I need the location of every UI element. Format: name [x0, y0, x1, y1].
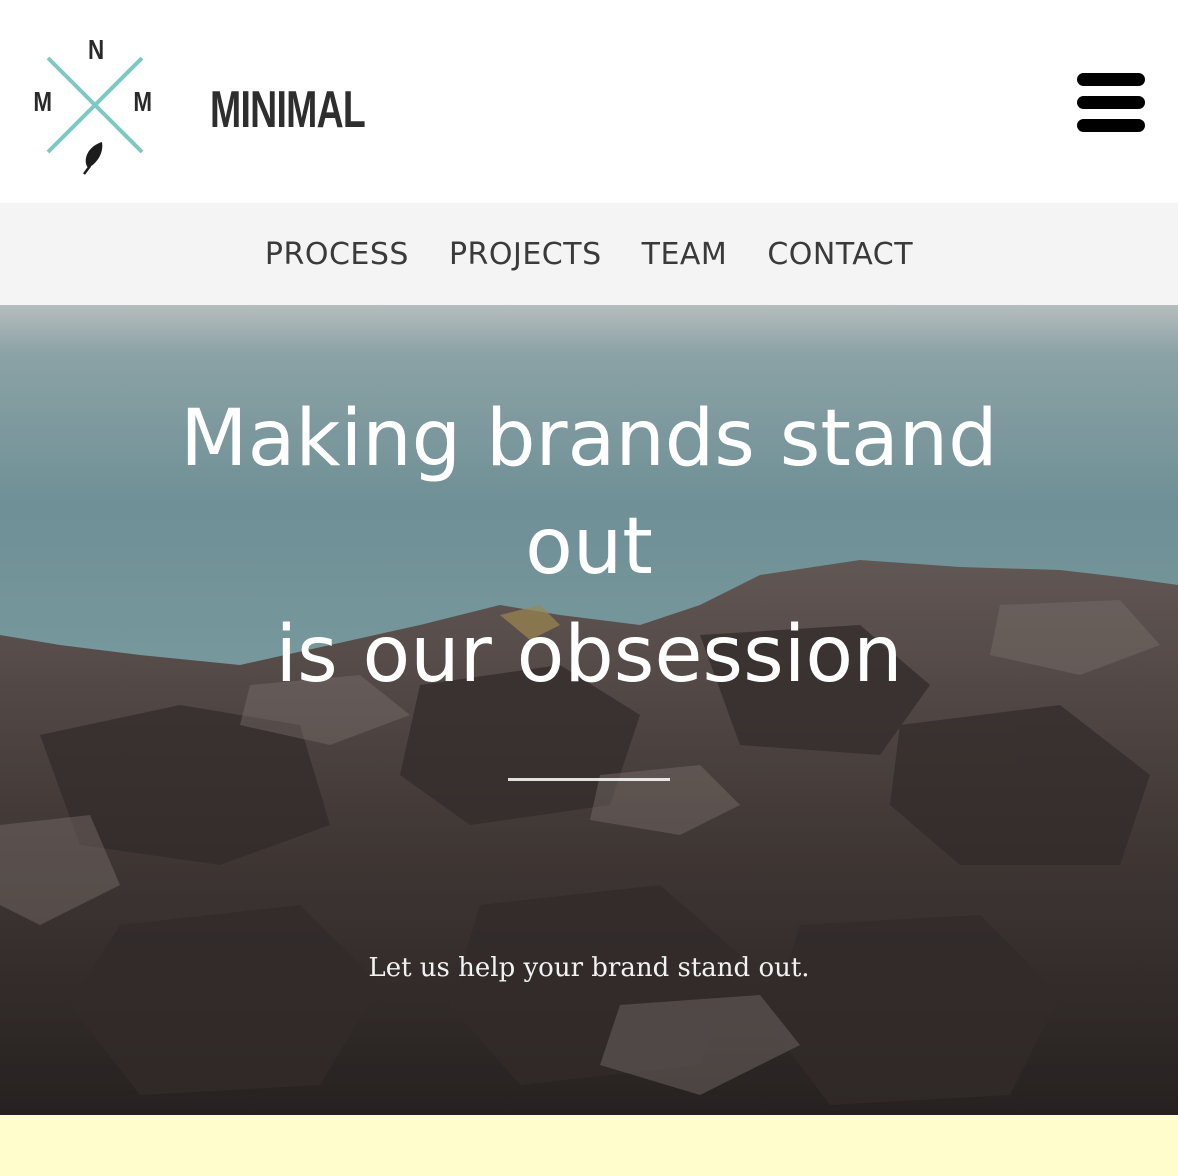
hamburger-bar — [1077, 119, 1145, 132]
feather-icon — [83, 142, 103, 175]
nav-item-team[interactable]: TEAM — [642, 237, 728, 272]
hero-divider — [508, 778, 670, 781]
logo-letter-left: M — [33, 86, 52, 117]
next-section — [0, 1115, 1178, 1176]
hero-title-line: out — [525, 502, 653, 592]
hamburger-bar — [1077, 96, 1145, 109]
main-nav: PROCESS PROJECTS TEAM CONTACT — [0, 203, 1178, 305]
nav-item-projects[interactable]: PROJECTS — [449, 237, 602, 272]
logo-letter-top: N — [88, 34, 105, 65]
hamburger-menu-icon[interactable] — [1077, 73, 1147, 133]
hero-title: Making brands stand out is our obsession — [0, 385, 1178, 709]
logo-letter-right: M — [133, 86, 152, 117]
brand-name[interactable]: MINIMAL — [210, 84, 366, 136]
hero-subtitle: Let us help your brand stand out. — [368, 953, 810, 983]
nav-item-process[interactable]: PROCESS — [265, 237, 409, 272]
logo[interactable]: N M M — [30, 36, 162, 176]
site-header: N M M MINIMAL — [0, 0, 1178, 203]
hero-title-line: Making brands stand — [180, 394, 998, 484]
hero-section: Making brands stand out is our obsession… — [0, 305, 1178, 1115]
hero-title-line: is our obsession — [275, 610, 903, 700]
hamburger-bar — [1077, 73, 1145, 86]
nav-item-contact[interactable]: CONTACT — [767, 237, 913, 272]
